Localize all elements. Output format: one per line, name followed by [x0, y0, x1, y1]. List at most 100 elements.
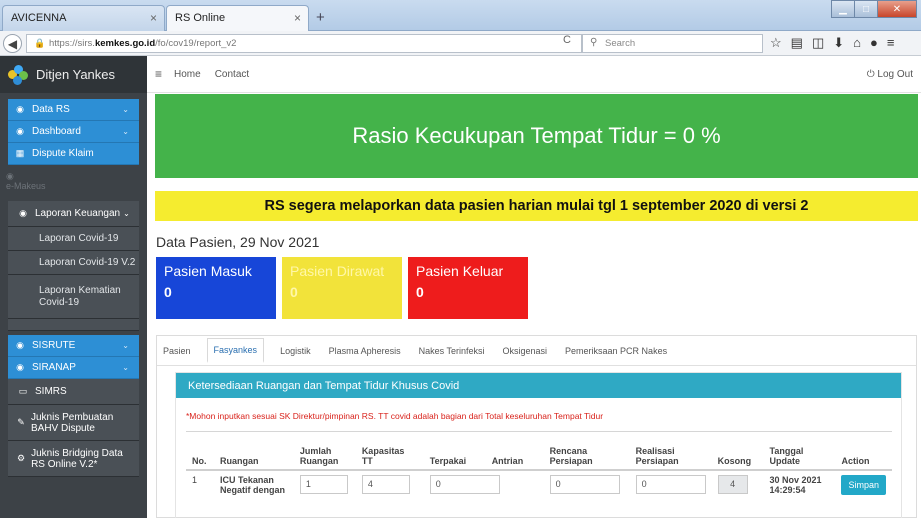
stat-pasien-keluar: Pasien Keluar 0 — [408, 257, 528, 319]
power-icon: ⏻ — [866, 68, 875, 80]
tab-fasyankes[interactable]: Fasyankes — [206, 338, 265, 363]
minimize-icon[interactable]: ▁ — [831, 0, 855, 18]
sidebar-spacer — [8, 319, 139, 331]
tab-oksigenasi[interactable]: Oksigenasi — [501, 339, 550, 363]
bookmark-star-icon[interactable]: ☆ — [770, 35, 782, 51]
back-arrow-icon[interactable]: ◀ — [3, 34, 22, 53]
data-tabs-panel: Pasien Fasyankes Logistik Plasma Apheres… — [156, 335, 917, 518]
tab-nakes-terinfeksi[interactable]: Nakes Terinfeksi — [417, 339, 487, 363]
realisasi-persiapan-input[interactable]: 0 — [635, 474, 706, 494]
cell-realisasi-persiapan: 0 — [630, 470, 712, 499]
sidebar-item-label: SISRUTE — [32, 340, 76, 351]
col-kapasitas-tt: Kapasitas TT — [355, 431, 424, 471]
tab-logistik[interactable]: Logistik — [278, 339, 313, 363]
reload-icon[interactable]: C — [556, 34, 578, 46]
sidebar-item-siranap[interactable]: ◉ SIRANAP ⌄ — [8, 357, 139, 379]
col-ruangan: Ruangan — [213, 431, 294, 471]
brand-title: Ditjen Yankes — [36, 67, 116, 82]
dashboard-icon: ◉ — [16, 104, 24, 114]
sidebar-item-simrs[interactable]: ▭ SIMRS — [8, 379, 139, 405]
bed-ratio-banner: Rasio Kecukupan Tempat Tidur = 0 % — [155, 94, 918, 178]
close-tab-icon[interactable]: × — [294, 11, 301, 25]
url-domain: kemkes.go.id — [94, 38, 156, 49]
window-close-icon[interactable]: ✕ — [877, 0, 917, 18]
bed-table: No. Ruangan Jumlah Ruangan Kapasitas TT … — [186, 431, 892, 499]
sidebar-item-juknis-bridging[interactable]: ⚙ Juknis Bridging Data RS Online V.2* — [8, 441, 139, 477]
stat-value: 0 — [164, 284, 172, 300]
cell-action: Simpan — [835, 470, 892, 499]
col-tanggal-update: Tanggal Update — [763, 431, 836, 471]
sidebar-item-label: Dashboard — [32, 126, 81, 137]
faded-label: e-Makeus — [6, 181, 46, 191]
main-content: ≡ Home Contact ⏻ Log Out Rasio Kecukupan… — [147, 56, 921, 518]
sidebar-item-dispute-klaim[interactable]: ▦ Dispute Klaim — [8, 143, 139, 165]
home-icon[interactable]: ⌂ — [853, 35, 861, 51]
nav-contact-link[interactable]: Contact — [215, 69, 249, 80]
tab-pasien[interactable]: Pasien — [161, 339, 193, 363]
sidebar-subitem-laporan-covid-19[interactable]: Laporan Covid-19 — [8, 227, 139, 251]
col-terpakai: Terpakai — [423, 431, 486, 471]
col-action: Action — [835, 431, 892, 471]
tab-pemeriksaan-pcr-nakes[interactable]: Pemeriksaan PCR Nakes — [563, 339, 669, 363]
sidebar-item-laporan-keuangan[interactable]: ◉ Laporan Keuangan ⌄ — [8, 201, 139, 227]
close-tab-icon[interactable]: × — [150, 11, 157, 25]
browser-navbar: ◀ 🔒 https://sirs.kemkes.go.id/fo/cov19/r… — [0, 31, 921, 56]
cell-no: 1 — [192, 474, 198, 485]
jumlah-ruangan-input[interactable]: 1 — [299, 474, 348, 494]
ditjen-logo-icon — [8, 64, 28, 85]
edit-icon: ✎ — [17, 417, 25, 427]
announcement-banner: RS segera melaporkan data pasien harian … — [155, 191, 918, 221]
sidebar-brand[interactable]: Ditjen Yankes — [0, 56, 147, 93]
logout-link[interactable]: ⏻ Log Out — [867, 69, 913, 80]
terpakai-input[interactable]: 0 — [429, 474, 500, 494]
subitem-label: Laporan Covid-19 — [39, 233, 119, 244]
menu-icon[interactable]: ≡ — [887, 35, 895, 51]
simpan-button[interactable]: Simpan — [841, 474, 886, 495]
bookmarks-list-icon[interactable]: ▤ — [791, 35, 803, 51]
search-placeholder: Search — [605, 38, 636, 49]
nav-home-link[interactable]: Home — [174, 69, 201, 80]
monitor-icon: ▭ — [18, 386, 28, 396]
new-tab-icon[interactable]: + — [316, 9, 325, 26]
tab-plasma-apheresis[interactable]: Plasma Apheresis — [327, 339, 403, 363]
table-header-row: No. Ruangan Jumlah Ruangan Kapasitas TT … — [186, 431, 892, 471]
subitem-label: Laporan Kematian Covid-19 — [39, 284, 121, 308]
sidebar-item-label: Juknis Pembuatan BAHV Dispute — [30, 411, 114, 434]
sidebar: Ditjen Yankes ◉ Data RS ⌄ ◉ Dashboard ⌄ … — [0, 56, 147, 518]
page-title: Data Pasien, 29 Nov 2021 — [156, 234, 320, 250]
download-icon[interactable]: ⬇ — [833, 35, 844, 51]
hamburger-menu-icon[interactable]: ≡ — [155, 67, 162, 81]
sidebar-subitem-laporan-kematian[interactable]: Laporan Kematian Covid-19 — [8, 275, 139, 319]
laporan-keuangan-group: ◉ Laporan Keuangan ⌄ Laporan Covid-19 La… — [8, 201, 139, 331]
sidebar-item-label: Juknis Bridging Data RS Online V.2* — [31, 447, 123, 470]
subitem-label: Laporan Covid-19 V.2 — [39, 257, 136, 268]
address-bar[interactable]: 🔒 https://sirs.kemkes.go.id/fo/cov19/rep… — [26, 34, 582, 53]
sidebar-item-sisrute[interactable]: ◉ SISRUTE ⌄ — [8, 335, 139, 357]
browser-tab-avicenna[interactable]: AVICENNA × — [2, 5, 165, 31]
sidebar-item-dashboard[interactable]: ◉ Dashboard ⌄ — [8, 121, 139, 143]
maximize-icon[interactable]: □ — [854, 0, 878, 18]
stat-label: Pasien Masuk — [164, 263, 252, 279]
lock-icon: 🔒 — [34, 38, 46, 48]
sidebar-subitem-laporan-covid-19-v2[interactable]: Laporan Covid-19 V.2 — [8, 251, 139, 275]
chevron-down-icon: ⌄ — [122, 341, 129, 350]
pocket-icon[interactable]: ◫ — [812, 35, 824, 51]
tab-strip: Pasien Fasyankes Logistik Plasma Apheres… — [157, 336, 916, 366]
sidebar-item-label: Data RS — [32, 104, 70, 115]
faded-icon: ◉ — [6, 171, 14, 181]
dashboard-icon: ◉ — [19, 208, 27, 218]
chevron-down-icon: ⌄ — [122, 105, 129, 114]
chat-icon[interactable]: ● — [870, 35, 878, 51]
cell-tanggal-update: 30 Nov 2021 14:29:54 — [769, 474, 822, 495]
sidebar-item-label: Dispute Klaim — [32, 148, 94, 159]
sidebar-item-data-rs[interactable]: ◉ Data RS ⌄ — [8, 99, 139, 121]
browser-search-input[interactable]: ⚲ Search — [582, 34, 763, 53]
rencana-persiapan-input[interactable]: 0 — [549, 474, 620, 494]
card-title: Ketersediaan Ruangan dan Tempat Tidur Kh… — [176, 373, 901, 398]
table-row: 1 ICU Tekanan Negatif dengan 1 4 0 0 0 4… — [186, 470, 892, 499]
kapasitas-tt-input[interactable]: 4 — [361, 474, 410, 494]
browser-tab-rs-online[interactable]: RS Online × — [166, 5, 309, 31]
input-note: *Mohon inputkan sesuai SK Direktur/pimpi… — [186, 411, 604, 421]
stat-value: 0 — [416, 284, 424, 300]
sidebar-item-juknis-bahv[interactable]: ✎ Juknis Pembuatan BAHV Dispute — [8, 405, 139, 441]
